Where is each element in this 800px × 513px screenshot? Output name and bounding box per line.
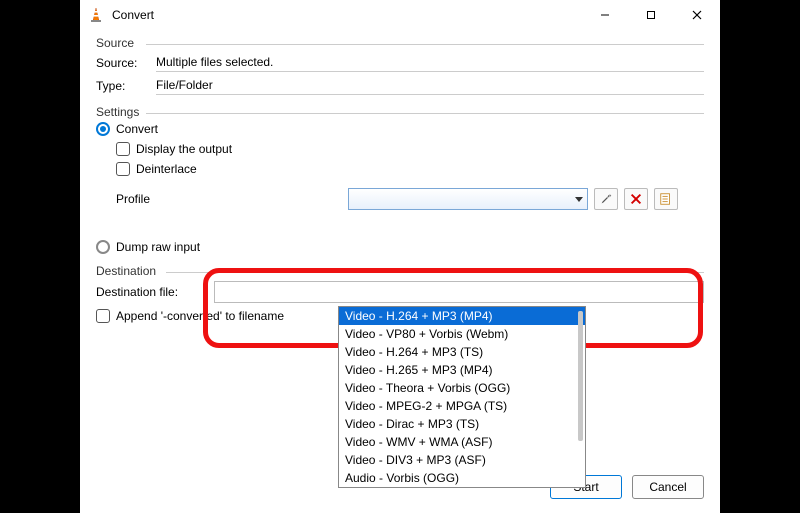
dropdown-scrollbar[interactable]: [578, 311, 583, 441]
display-output-checkbox[interactable]: Display the output: [116, 142, 704, 156]
profile-label: Profile: [116, 192, 226, 206]
dump-raw-input-radio[interactable]: Dump raw input: [96, 240, 704, 254]
profile-dropdown-list[interactable]: Video - H.264 + MP3 (MP4)Video - VP80 + …: [338, 306, 586, 488]
checkbox-icon: [116, 162, 130, 176]
settings-group-label: Settings: [96, 105, 704, 119]
chevron-down-icon: [575, 197, 583, 202]
destination-file-field[interactable]: [214, 281, 704, 303]
type-key: Type:: [96, 79, 156, 93]
source-row: Source: Multiple files selected.: [96, 53, 704, 72]
source-key: Source:: [96, 56, 156, 70]
vlc-cone-icon: [88, 7, 104, 23]
destination-file-row: Destination file:: [96, 281, 704, 303]
cancel-button[interactable]: Cancel: [632, 475, 704, 499]
delete-profile-button[interactable]: [624, 188, 648, 210]
profile-option[interactable]: Video - VP80 + Vorbis (Webm): [339, 325, 585, 343]
profile-option[interactable]: Video - Dirac + MP3 (TS): [339, 415, 585, 433]
radio-on-icon: [96, 122, 110, 136]
deinterlace-label: Deinterlace: [136, 162, 197, 176]
destination-group-label: Destination: [96, 264, 704, 278]
profile-option[interactable]: Video - DIV3 + MP3 (ASF): [339, 451, 585, 469]
titlebar: Convert: [80, 0, 720, 30]
close-button[interactable]: [674, 0, 720, 30]
type-row: Type: File/Folder: [96, 76, 704, 95]
type-value: File/Folder: [156, 76, 704, 95]
window-title: Convert: [112, 8, 582, 22]
settings-group: Settings Convert Display the output Dein…: [96, 105, 704, 254]
source-group-label: Source: [96, 36, 704, 50]
profile-option[interactable]: Audio - Vorbis (OGG): [339, 469, 585, 487]
window-controls: [582, 0, 720, 30]
profile-option[interactable]: Video - MPEG-2 + MPGA (TS): [339, 397, 585, 415]
radio-off-icon: [96, 240, 110, 254]
delete-icon: [629, 192, 643, 206]
profile-option[interactable]: Video - H.264 + MP3 (TS): [339, 343, 585, 361]
convert-radio[interactable]: Convert: [96, 122, 704, 136]
deinterlace-checkbox[interactable]: Deinterlace: [116, 162, 704, 176]
new-profile-button[interactable]: [654, 188, 678, 210]
profile-combobox[interactable]: [348, 188, 588, 210]
destination-file-label: Destination file:: [96, 285, 206, 299]
wrench-icon: [599, 192, 613, 206]
display-output-label: Display the output: [136, 142, 232, 156]
append-converted-label: Append '-converted' to filename: [116, 309, 284, 323]
minimize-button[interactable]: [582, 0, 628, 30]
maximize-button[interactable]: [628, 0, 674, 30]
profile-option[interactable]: Video - H.265 + MP3 (MP4): [339, 361, 585, 379]
convert-radio-label: Convert: [116, 122, 158, 136]
new-profile-icon: [659, 192, 673, 206]
edit-profile-button[interactable]: [594, 188, 618, 210]
profile-option[interactable]: Video - H.264 + MP3 (MP4): [339, 307, 585, 325]
profile-option[interactable]: Video - WMV + WMA (ASF): [339, 433, 585, 451]
dump-radio-label: Dump raw input: [116, 240, 200, 254]
profile-row: Profile: [116, 188, 704, 210]
profile-option[interactable]: Video - Theora + Vorbis (OGG): [339, 379, 585, 397]
source-group: Source Source: Multiple files selected. …: [96, 36, 704, 95]
source-value: Multiple files selected.: [156, 53, 704, 72]
checkbox-icon: [116, 142, 130, 156]
checkbox-icon: [96, 309, 110, 323]
